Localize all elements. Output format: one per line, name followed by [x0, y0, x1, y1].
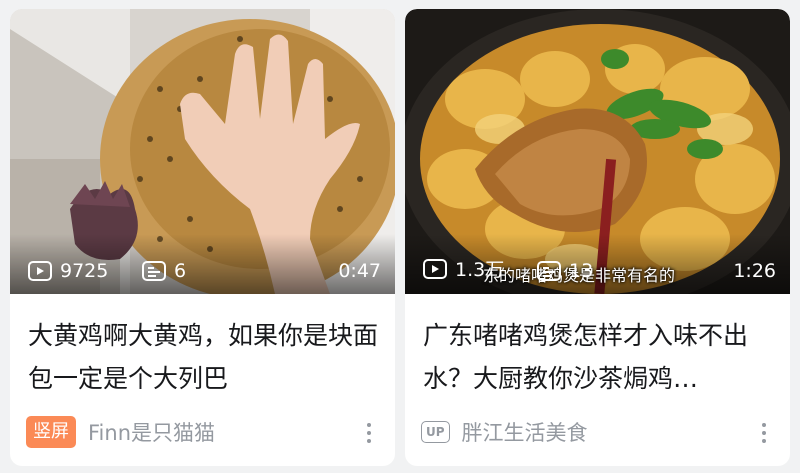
video-thumbnail[interactable]: 东的啫啫鸡煲是非常有名的 1.3万 13 1:26: [405, 9, 790, 294]
video-duration: 1:26: [733, 260, 776, 282]
play-count-icon: [28, 261, 52, 281]
video-card[interactable]: 东的啫啫鸡煲是非常有名的 1.3万 13 1:26 广东啫啫鸡煲怎样才入味不出水…: [405, 9, 790, 466]
video-title[interactable]: 大黄鸡啊大黄鸡，如果你是块面包一定是个大列巴: [28, 314, 378, 400]
danmaku-icon: [142, 261, 166, 281]
play-count-icon: [423, 258, 447, 279]
danmaku-count: 13: [537, 260, 593, 282]
thumbnail-stats-overlay: 9725 6 0:47: [10, 234, 395, 294]
up-icon: UP: [421, 421, 450, 443]
video-meta: UP 胖江生活美食: [421, 414, 774, 450]
video-thumbnail[interactable]: 9725 6 0:47: [10, 9, 395, 294]
danmaku-count: 6: [142, 260, 186, 282]
video-title[interactable]: 广东啫啫鸡煲怎样才入味不出水？大厨教你沙茶焗鸡…: [423, 314, 773, 400]
author-name[interactable]: Finn是只猫猫: [88, 417, 215, 447]
more-vertical-icon[interactable]: [359, 418, 379, 448]
thumbnail-stats-overlay: 东的啫啫鸡煲是非常有名的 1.3万 13 1:26: [405, 234, 790, 294]
video-duration: 0:47: [338, 260, 381, 282]
more-vertical-icon[interactable]: [754, 418, 774, 448]
vertical-badge: 竖屏: [26, 416, 76, 448]
view-count: 1.3万: [423, 255, 504, 282]
video-card[interactable]: 9725 6 0:47 大黄鸡啊大黄鸡，如果你是块面包一定是个大列巴 竖屏 Fi…: [10, 9, 395, 466]
author-name[interactable]: 胖江生活美食: [462, 417, 588, 447]
danmaku-icon: [537, 261, 561, 281]
video-meta: 竖屏 Finn是只猫猫: [26, 414, 379, 450]
view-count: 9725: [28, 260, 108, 282]
